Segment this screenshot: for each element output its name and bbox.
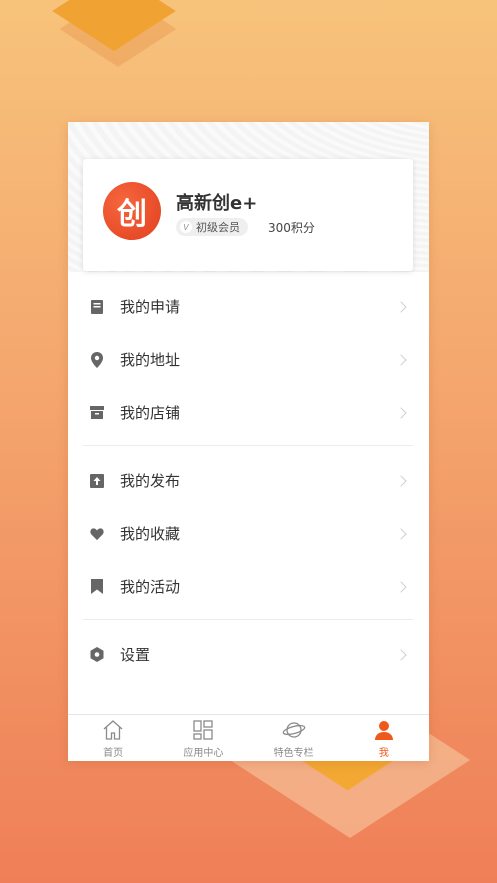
user-name: 高新创e+	[176, 193, 258, 214]
location-pin-icon	[90, 351, 104, 368]
chevron-right-icon	[395, 406, 407, 419]
vip-icon: V	[180, 221, 192, 233]
chevron-right-icon	[395, 353, 407, 366]
menu-group-1: 我的申请 我的地址 我的店铺	[68, 280, 429, 439]
menu-item-label: 我的收藏	[120, 525, 181, 543]
menu-item-label: 我的发布	[120, 472, 181, 490]
store-icon	[90, 406, 104, 420]
menu-item-favorites[interactable]: 我的收藏	[68, 507, 429, 560]
chevron-right-icon	[395, 474, 407, 487]
avatar[interactable]: 创	[103, 182, 161, 240]
member-badge: V 初级会员	[176, 218, 248, 236]
menu-item-applications[interactable]: 我的申请	[68, 280, 429, 333]
tab-featured[interactable]: 特色专栏	[249, 715, 339, 761]
person-icon	[372, 718, 396, 742]
home-icon	[101, 718, 125, 742]
menu-item-activities[interactable]: 我的活动	[68, 560, 429, 613]
menu-item-address[interactable]: 我的地址	[68, 333, 429, 386]
divider	[83, 445, 413, 446]
divider	[83, 619, 413, 620]
points-value: 300积分	[268, 221, 315, 235]
profile-card[interactable]: 创 高新创e+ V 初级会员 300积分	[83, 159, 413, 271]
grid-icon	[191, 718, 215, 742]
bottom-tab-bar: 首页 应用中心 特色专栏 我	[68, 714, 429, 761]
avatar-text: 创	[117, 197, 147, 232]
member-level: 初级会员	[196, 221, 240, 234]
menu-group-3: 设置	[68, 628, 429, 681]
planet-icon	[282, 718, 306, 742]
tab-home[interactable]: 首页	[68, 715, 158, 761]
tab-label: 我	[378, 747, 389, 759]
document-icon	[90, 299, 104, 314]
menu-item-label: 我的地址	[120, 351, 181, 369]
tab-label: 首页	[103, 747, 124, 759]
settings-hexagon-icon	[90, 647, 104, 662]
tab-label: 应用中心	[183, 747, 224, 759]
menu-item-settings[interactable]: 设置	[68, 628, 429, 681]
heart-icon	[90, 527, 104, 541]
app-screen: 创 高新创e+ V 初级会员 300积分 我的申请 我的地址 我的店铺 我的发布…	[68, 122, 429, 761]
menu-item-store[interactable]: 我的店铺	[68, 386, 429, 439]
tab-app-center[interactable]: 应用中心	[158, 715, 248, 761]
chevron-right-icon	[395, 300, 407, 313]
menu-item-label: 我的活动	[120, 578, 181, 596]
bookmark-icon	[90, 579, 104, 594]
upload-icon	[90, 473, 104, 488]
tab-label: 特色专栏	[273, 747, 314, 759]
menu-item-label: 设置	[120, 646, 151, 664]
chevron-right-icon	[395, 580, 407, 593]
chevron-right-icon	[395, 527, 407, 540]
menu-item-label: 我的店铺	[120, 404, 181, 422]
chevron-right-icon	[395, 648, 407, 661]
menu-item-label: 我的申请	[120, 298, 181, 316]
menu-item-publish[interactable]: 我的发布	[68, 454, 429, 507]
tab-me[interactable]: 我	[339, 715, 429, 761]
menu-group-2: 我的发布 我的收藏 我的活动	[68, 454, 429, 613]
